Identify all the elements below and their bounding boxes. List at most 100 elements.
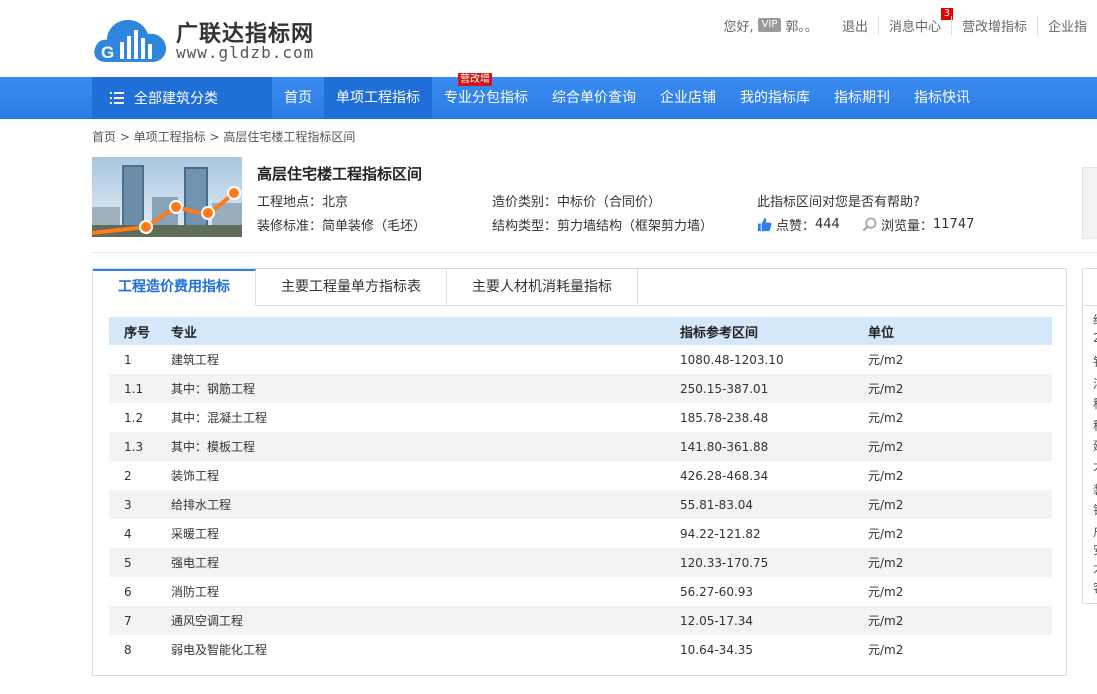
side-panel-char: 大: [1093, 559, 1097, 576]
nav-item-home[interactable]: 首页: [272, 77, 324, 119]
cell-range: 1080.48-1203.10: [680, 352, 784, 367]
header-no: 序号: [124, 325, 151, 341]
likes-count: 444: [815, 217, 840, 232]
tab-cost-indicators[interactable]: 工程造价费用指标: [93, 269, 256, 306]
site-logo[interactable]: G 广联达指标网 www.gldzb.com: [92, 12, 332, 66]
decoration-standard: 装修标准：简单装修（毛坯）: [257, 219, 427, 234]
cell-range: 10.64-34.35: [680, 642, 754, 657]
vat-index-link[interactable]: 营改增指标: [950, 15, 1037, 35]
help-question: 此指标区间对您是否有帮助?: [757, 195, 920, 210]
cell-name: 装饰工程: [171, 469, 220, 483]
message-center-link[interactable]: 消息中心 3: [877, 7, 953, 35]
side-panel-char: 客: [1093, 579, 1097, 596]
cell-no: 5: [124, 555, 132, 570]
cell-range: 55.81-83.04: [680, 497, 754, 512]
breadcrumb[interactable]: 首页 > 单项工程指标 > 高层住宅楼工程指标区间: [92, 128, 355, 145]
cell-unit: 元/m2: [868, 498, 904, 512]
cell-name: 弱电及智能化工程: [171, 643, 268, 657]
project-location: 工程地点：北京: [257, 195, 349, 210]
side-panel-char: 混: [1093, 375, 1097, 392]
cell-unit: 元/m2: [868, 614, 904, 628]
thumbs-up-icon: [757, 217, 772, 232]
nav-items: 首页 单项工程指标 营改增 专业分包指标 综合单价查询 企业店铺 我的指标库 指…: [272, 73, 982, 119]
table-row: 4 采暖工程 94.22-121.82 元/m2: [109, 519, 1052, 548]
cell-unit: 元/m2: [868, 382, 904, 396]
table-row: 1 建筑工程 1080.48-1203.10 元/m2: [109, 345, 1052, 374]
side-panel-char: 给: [1093, 311, 1097, 328]
side-box: [1082, 167, 1097, 239]
side-panel-char: 安: [1093, 541, 1097, 558]
nav-item-journal[interactable]: 指标期刊: [822, 77, 902, 119]
table-row: 3 给排水工程 55.81-83.04 元/m2: [109, 490, 1052, 519]
side-panel-char: 建: [1093, 437, 1097, 454]
cell-unit: 元/m2: [868, 440, 904, 454]
tab-quantity-indicators[interactable]: 主要工程量单方指标表: [256, 269, 447, 306]
cell-name: 给排水工程: [171, 498, 232, 512]
table-row: 6 消防工程 56.27-60.93 元/m2: [109, 577, 1052, 606]
views-label: 浏览量：: [880, 219, 933, 234]
top-links: 您好, VIP 郭。。 退出 消息中心 3 营改增指标 企业指: [723, 7, 1097, 35]
indicator-panel: 工程造价费用指标 主要工程量单方指标表 主要人材机消耗量指标 序号 专业 指标参…: [92, 268, 1067, 676]
menu-list-icon: [110, 92, 124, 104]
cell-range: 250.15-387.01: [680, 381, 769, 396]
tab-material-consumption[interactable]: 主要人材机消耗量指标: [447, 269, 638, 306]
stats: 点赞： 444 浏览量： 11747: [757, 215, 992, 236]
side-panel-char: 2: [1093, 331, 1097, 345]
nav-item-news[interactable]: 指标快讯: [902, 77, 982, 119]
table-row: 1.2 其中：混凝土工程 185.78-238.48 元/m2: [109, 403, 1052, 432]
side-panel-char: 程: [1093, 417, 1097, 434]
cell-unit: 元/m2: [868, 643, 904, 657]
table-row: 1.1 其中：钢筋工程 250.15-387.01 元/m2: [109, 374, 1052, 403]
table-row: 5 强电工程 120.33-170.75 元/m2: [109, 548, 1052, 577]
nav-item-my-library[interactable]: 我的指标库: [728, 77, 822, 119]
side-panel-char: 铅: [1093, 501, 1097, 518]
header-unit: 单位: [868, 325, 895, 341]
cell-name: 强电工程: [171, 556, 220, 570]
vip-badge: VIP: [757, 18, 782, 32]
message-center-label: 消息中心: [888, 19, 941, 35]
side-panel-char: 大: [1093, 457, 1097, 474]
greeting-text: 您好,: [723, 19, 754, 35]
cell-no: 3: [124, 497, 132, 512]
cell-no: 1: [124, 352, 132, 367]
table-body: 1 建筑工程 1080.48-1203.10 元/m2 1.1 其中：钢筋工程 250.15…: [109, 345, 1052, 664]
site-header: G 广联达指标网 www.gldzb.com 您好, VIP 郭。。 退出 消息…: [0, 0, 1097, 77]
cell-no: 1.2: [124, 410, 144, 425]
cell-range: 94.22-121.82: [680, 526, 761, 541]
nav-item-subcontract[interactable]: 专业分包指标: [432, 77, 540, 119]
tab-bar: 工程造价费用指标 主要工程量单方指标表 主要人材机消耗量指标: [93, 269, 638, 306]
magnifier-icon: [862, 217, 877, 232]
site-url: www.gldzb.com: [176, 43, 315, 62]
cell-range: 141.80-361.88: [680, 439, 769, 454]
table-row: 8 弱电及智能化工程 10.64-34.35 元/m2: [109, 635, 1052, 664]
all-categories-button[interactable]: 全部建筑分类: [92, 77, 272, 119]
nav-item-label: 单项工程指标: [336, 90, 420, 106]
cell-no: 4: [124, 526, 132, 541]
logo-letter: G: [101, 43, 114, 62]
enterprise-link[interactable]: 企业指: [1036, 15, 1097, 35]
cloud-logo-icon: G: [94, 20, 167, 62]
cell-range: 426.28-468.34: [680, 468, 769, 483]
nav-item-single-project[interactable]: 单项工程指标 营改增: [324, 73, 492, 119]
cell-name: 其中：混凝土工程: [171, 411, 268, 425]
cell-no: 8: [124, 642, 132, 657]
table-row: 2 装饰工程 426.28-468.34 元/m2: [109, 461, 1052, 490]
side-panel-char: 程: [1093, 395, 1097, 412]
like-button[interactable]: 点赞： 444: [757, 215, 840, 234]
cell-no: 6: [124, 584, 132, 599]
cell-name: 建筑工程: [171, 353, 220, 367]
cell-name: 消防工程: [171, 585, 220, 599]
logout-link[interactable]: 退出: [832, 16, 878, 35]
cell-range: 12.05-17.34: [680, 613, 754, 628]
table-row: 7 通风空调工程 12.05-17.34 元/m2: [109, 606, 1052, 635]
cell-unit: 元/m2: [868, 556, 904, 570]
section-divider: [92, 252, 1097, 253]
cell-name: 采暖工程: [171, 527, 220, 541]
nav-item-shops[interactable]: 企业店铺: [648, 77, 728, 119]
username[interactable]: 郭。。: [785, 16, 818, 35]
nav-item-unit-price[interactable]: 综合单价查询: [540, 77, 648, 119]
cell-name: 其中：模板工程: [171, 440, 256, 454]
cell-no: 1.1: [124, 381, 144, 396]
cell-unit: 元/m2: [868, 527, 904, 541]
cell-unit: 元/m2: [868, 353, 904, 367]
